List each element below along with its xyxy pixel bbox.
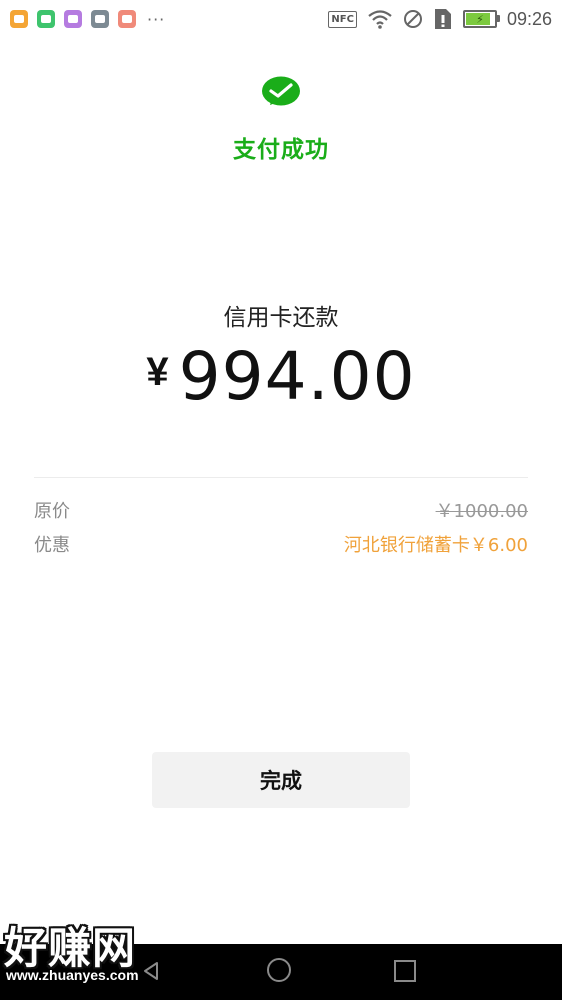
payment-amount: ¥994.00	[0, 338, 562, 415]
orange-app-icon	[10, 10, 28, 28]
status-time: 09:26	[506, 8, 552, 29]
purple-app-icon	[64, 10, 82, 28]
merchant-name: 信用卡还款	[223, 305, 339, 331]
original-price-label: 原价	[34, 501, 70, 522]
system-icons: NFC ⚡ 09:26	[328, 7, 552, 31]
gray-app-icon	[91, 10, 109, 28]
divider	[34, 477, 528, 478]
site-watermark: 好赚网 www.zhuanyes.com	[2, 914, 198, 992]
payment-success-header: 支付成功	[0, 76, 562, 164]
discount-label: 优惠	[34, 535, 70, 556]
done-button[interactable]: 完成	[152, 752, 410, 808]
more-notifications-icon: ···	[147, 9, 166, 29]
sim-alert-icon	[434, 9, 451, 29]
status-bar: ··· NFC ⚡ 09:26	[0, 0, 562, 38]
green-app-icon	[37, 10, 55, 28]
amount-value: 994.00	[178, 338, 416, 415]
currency-symbol: ¥	[146, 350, 169, 394]
red-app-icon	[118, 10, 136, 28]
original-price-row: 原价 ￥1000.00	[34, 497, 528, 523]
nfc-icon: NFC	[328, 10, 357, 28]
notification-icons: ···	[10, 10, 165, 29]
home-icon[interactable]	[267, 958, 291, 982]
wifi-icon	[368, 10, 392, 29]
watermark-url: www.zhuanyes.com	[6, 967, 139, 983]
do-not-disturb-icon	[403, 10, 422, 28]
recent-apps-icon[interactable]	[394, 960, 416, 982]
wechat-pay-success-icon	[261, 76, 301, 116]
battery-icon: ⚡	[462, 10, 500, 28]
original-price-value: ￥1000.00	[435, 501, 528, 522]
payment-success-text: 支付成功	[233, 137, 329, 163]
discount-value: 河北银行储蓄卡￥6.00	[343, 535, 528, 556]
discount-row: 优惠 河北银行储蓄卡￥6.00	[34, 531, 528, 557]
